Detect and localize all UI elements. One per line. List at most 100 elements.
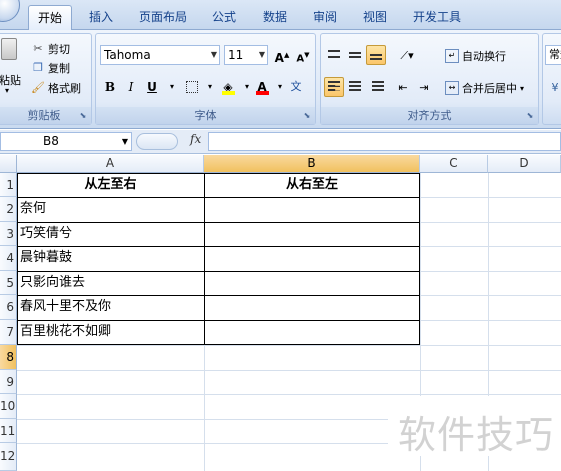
formula-cancel-enter[interactable] [136,133,178,150]
tab-view[interactable]: 视图 [354,5,396,30]
gridline [17,394,561,395]
increase-indent-button[interactable]: ⇥ [414,77,434,97]
row-header-2[interactable]: 2 [0,197,17,222]
cut-button[interactable]: ✂ 剪切 [31,39,70,59]
tab-page-layout[interactable]: 页面布局 [132,5,194,30]
wrap-text-label: 自动换行 [462,50,506,63]
italic-button[interactable]: I [121,77,141,97]
row-header-12[interactable]: 12 [0,443,17,471]
borders-dropdown[interactable]: ▾ [200,77,220,97]
copy-icon: ❐ [33,61,43,74]
merge-center-button[interactable]: ↔ 合并后居中 ▾ [445,78,524,98]
row-header-8[interactable]: 8 [0,345,17,370]
number-format-combo[interactable]: 常规 [545,45,561,65]
column-header-a[interactable]: A [17,155,204,173]
cell-b3[interactable] [204,222,420,246]
orientation-icon: ⟋▾ [400,49,414,62]
cell-a4[interactable]: 晨钟暮鼓 [17,246,204,271]
currency-icon: ¥ [551,81,559,94]
align-left-button[interactable] [324,77,344,97]
align-bottom-button[interactable] [366,45,386,65]
align-left-icon [328,81,340,93]
underline-dropdown[interactable]: ▾ [162,77,182,97]
worksheet-grid[interactable]: A B C D 1 2 3 4 5 6 7 8 9 10 11 12 从左至右 … [0,155,561,471]
fill-color-button[interactable]: ◈ [218,77,238,97]
row-header-3[interactable]: 3 [0,222,17,246]
select-all-corner[interactable] [0,155,17,173]
decrease-indent-icon: ⇤ [398,81,408,94]
row-header-5[interactable]: 5 [0,271,17,295]
merge-cells-icon: ↔ [445,81,459,95]
formula-bar: B8 ▼ fx [0,130,561,154]
cell-b4[interactable] [204,246,420,271]
wrap-text-button[interactable]: ↵ 自动换行 [445,46,506,66]
cell-a7[interactable]: 百里桃花不如卿 [17,320,204,345]
row-header-10[interactable]: 10 [0,394,17,419]
bold-button[interactable]: B [100,77,120,97]
phonetic-button[interactable]: 文 [286,77,306,97]
tab-home[interactable]: 开始 [28,5,72,30]
font-size-combo[interactable]: 11 ▼ [224,45,268,65]
grow-font-button[interactable]: A▲ [272,45,292,65]
cell-a5[interactable]: 只影向谁去 [17,271,204,295]
dialog-launcher-icon[interactable]: ⬊ [525,111,535,121]
phonetic-icon: 文 [290,80,302,93]
cut-label: 剪切 [48,43,70,56]
align-right-button[interactable] [366,77,386,97]
tab-insert[interactable]: 插入 [80,5,122,30]
font-color-button[interactable]: A [252,77,272,97]
cell-b1[interactable]: 从右至左 [204,173,420,197]
tab-developer[interactable]: 开发工具 [404,5,470,30]
borders-button[interactable] [182,77,202,97]
cell-a3[interactable]: 巧笑倩兮 [17,222,204,246]
grow-font-icon: A [274,51,284,65]
format-painter-button[interactable]: 🖌 格式刷 [31,78,81,98]
chevron-down-icon: ▾ [520,83,525,93]
row-header-4[interactable]: 4 [0,246,17,271]
format-painter-label: 格式刷 [48,82,81,95]
underline-button[interactable]: U [142,77,162,97]
decrease-indent-button[interactable]: ⇤ [393,77,413,97]
paste-label: 粘贴 [0,74,21,87]
clipboard-icon [1,38,17,60]
tab-formulas[interactable]: 公式 [203,5,245,30]
font-name-combo[interactable]: Tahoma ▼ [100,45,220,65]
office-button[interactable] [0,0,20,22]
column-header-d[interactable]: D [488,155,561,173]
align-center-button[interactable] [345,77,365,97]
dialog-launcher-icon[interactable]: ⬊ [78,111,88,121]
orientation-button[interactable]: ⟋▾ [393,45,421,65]
cell-b5[interactable] [204,271,420,295]
copy-button[interactable]: ❐ 复制 [31,58,70,78]
column-header-b[interactable]: B [204,155,420,173]
brush-icon: 🖌 [31,81,45,94]
wrap-text-icon: ↵ [445,49,459,63]
cell-b2[interactable] [204,197,420,222]
formula-input[interactable] [208,132,561,151]
row-header-1[interactable]: 1 [0,173,17,197]
cell-a6[interactable]: 春风十里不及你 [17,295,204,320]
tab-data[interactable]: 数据 [254,5,296,30]
copy-label: 复制 [48,62,70,75]
ribbon: 粘贴 ▾ ✂ 剪切 ❐ 复制 🖌 格式刷 剪贴板 ⬊ Tahoma ▼ 11 ▼… [0,30,561,129]
dialog-launcher-icon[interactable]: ⬊ [302,111,312,121]
fill-color-swatch [222,91,235,95]
insert-function-button[interactable]: fx [190,132,201,146]
cell-b6[interactable] [204,295,420,320]
row-header-6[interactable]: 6 [0,295,17,320]
column-header-c[interactable]: C [420,155,488,173]
cell-b7[interactable] [204,320,420,345]
align-top-button[interactable] [324,45,344,65]
shrink-font-button[interactable]: A▼ [293,45,313,65]
align-middle-button[interactable] [345,45,365,65]
align-middle-icon [349,52,361,58]
row-header-7[interactable]: 7 [0,320,17,345]
row-header-9[interactable]: 9 [0,370,17,394]
tab-review[interactable]: 审阅 [304,5,346,30]
cell-a1[interactable]: 从左至右 [17,173,204,197]
row-header-11[interactable]: 11 [0,419,17,443]
name-box[interactable]: B8 ▼ [0,132,132,151]
cell-a2[interactable]: 奈何 [17,197,204,222]
paste-button[interactable]: 粘贴 ▾ [0,36,23,96]
accounting-format-button[interactable]: ¥ [545,77,561,97]
